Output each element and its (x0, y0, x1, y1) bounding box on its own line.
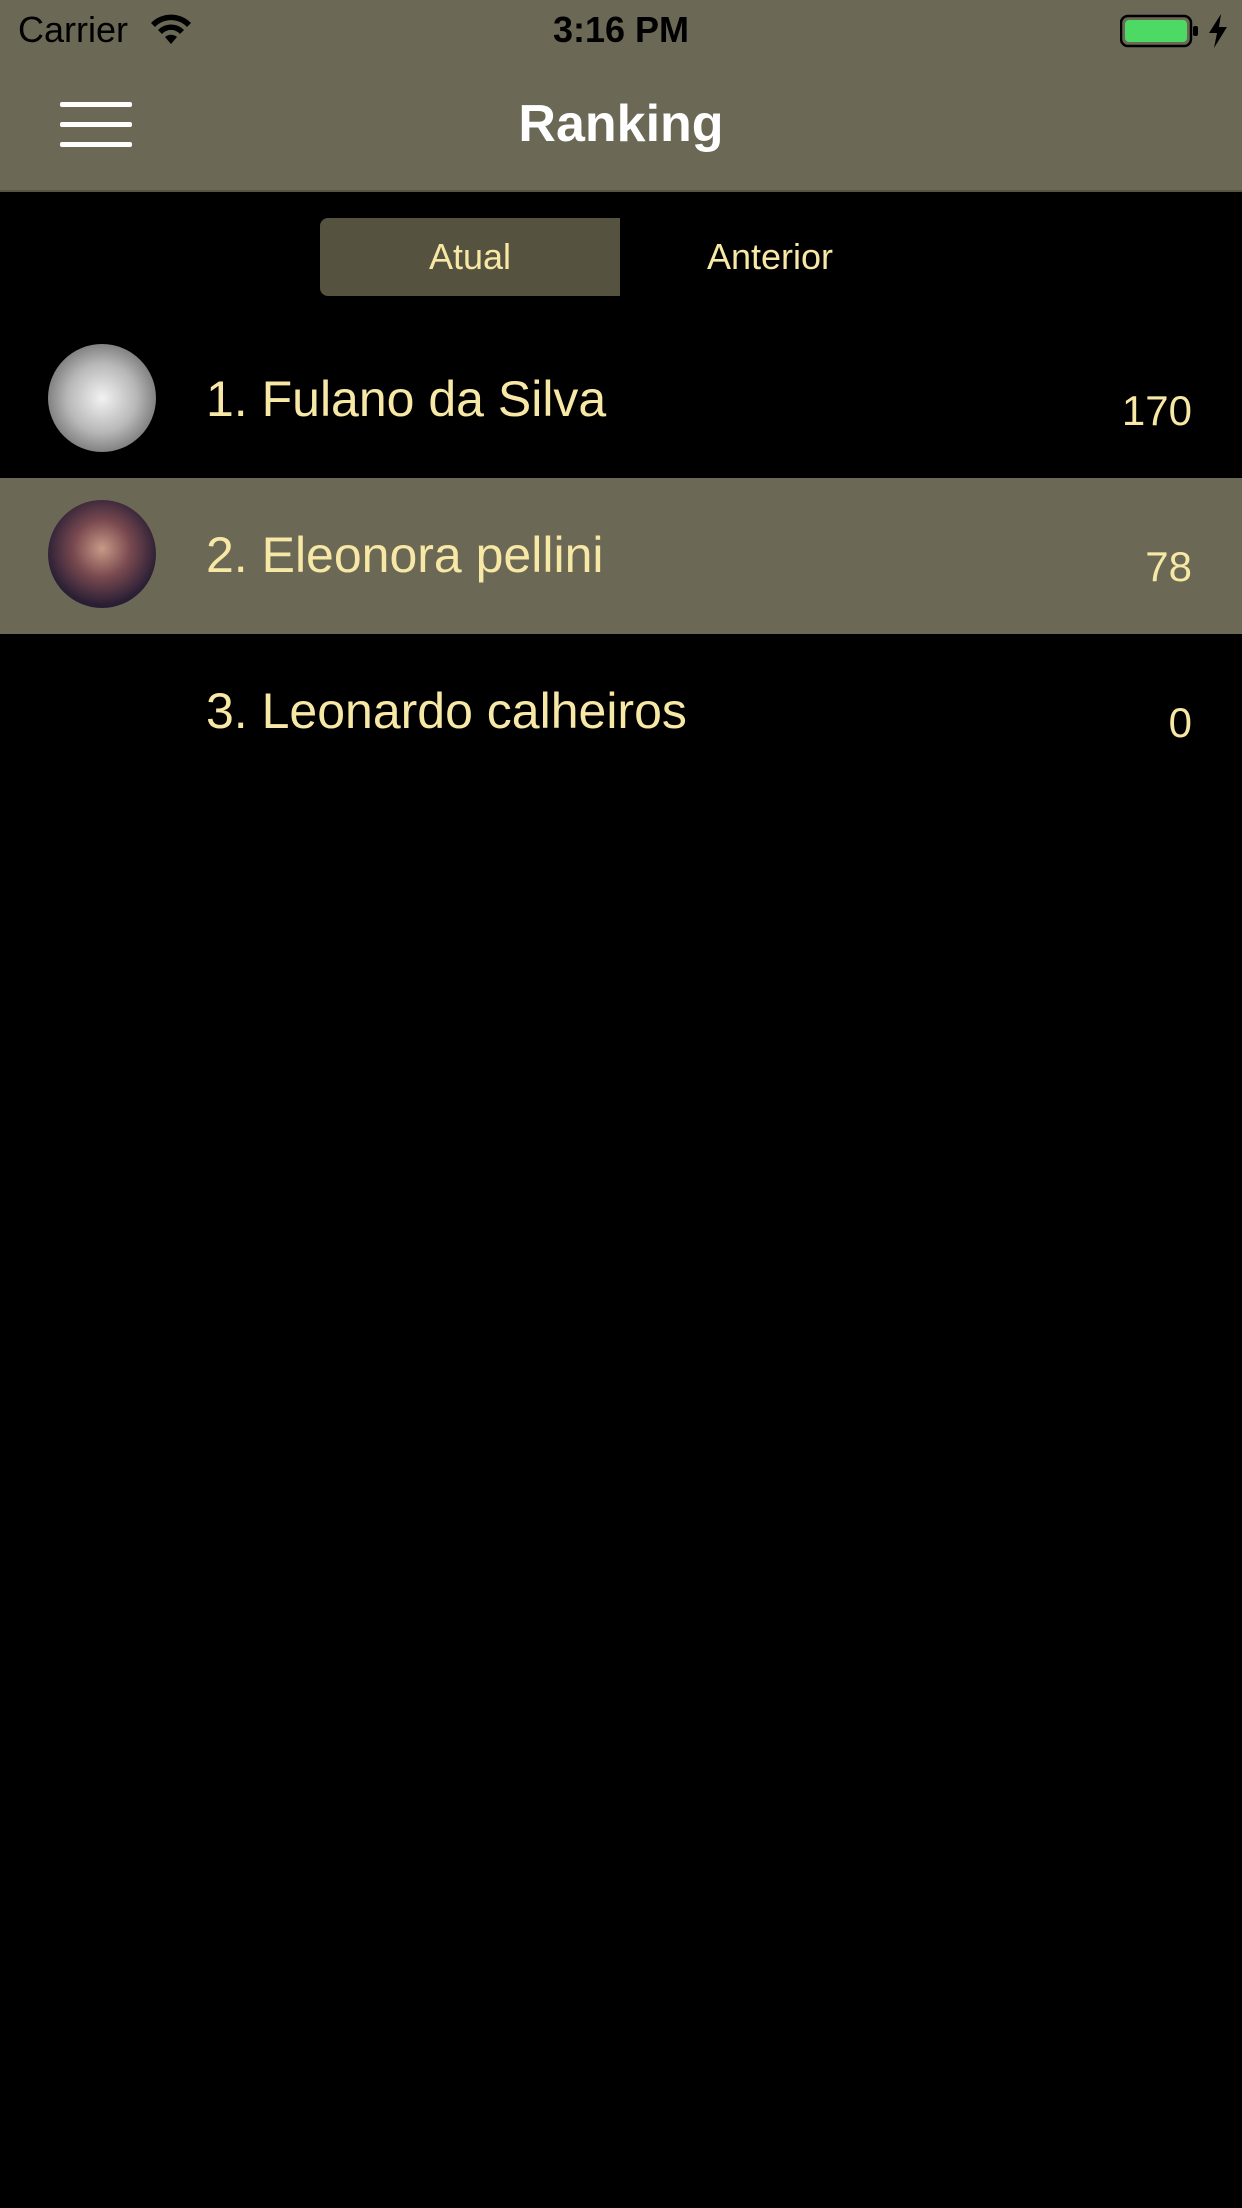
status-bar: Carrier 3:16 PM (0, 0, 1242, 60)
ranking-row[interactable]: 3. Leonardo calheiros 0 (0, 634, 1242, 790)
status-time: 3:16 PM (552, 9, 690, 50)
tab-anterior[interactable]: Anterior (620, 218, 920, 296)
avatar (48, 344, 156, 452)
charging-bolt-icon (1209, 14, 1227, 48)
player-score: 170 (1121, 387, 1192, 434)
navigation-bar: Ranking (0, 60, 1242, 190)
player-name: 3. Leonardo calheiros (206, 683, 687, 739)
page-title: Ranking (518, 95, 724, 153)
app-header: Carrier 3:16 PM Ranking (0, 0, 1242, 192)
battery-icon (1120, 14, 1198, 48)
player-name: 1. Fulano da Silva (206, 371, 607, 427)
ranking-row[interactable]: 1. Fulano da Silva 170 (0, 322, 1242, 478)
period-segmented-control: Atual Anterior (320, 218, 920, 296)
player-score: 0 (1168, 699, 1192, 746)
tab-atual[interactable]: Atual (320, 218, 620, 296)
player-name: 2. Eleonora pellini (206, 527, 604, 583)
player-score: 78 (1145, 543, 1192, 590)
ranking-row[interactable]: 2. Eleonora pellini 78 (0, 478, 1242, 634)
ranking-list: 1. Fulano da Silva 170 2. Eleonora pelli… (0, 322, 1242, 790)
avatar (48, 500, 156, 608)
